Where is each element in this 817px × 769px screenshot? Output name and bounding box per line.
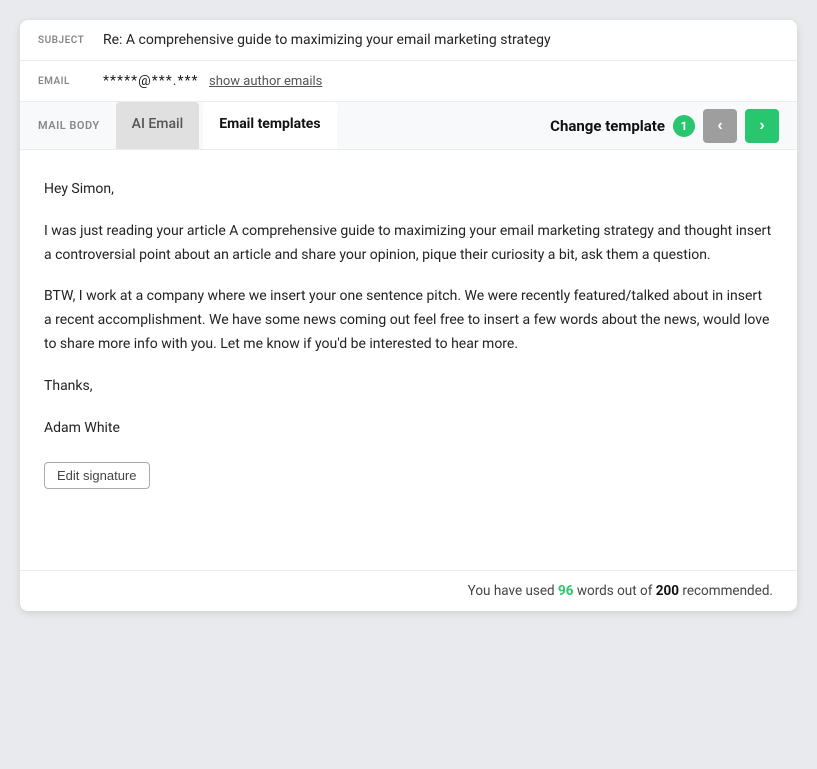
mail-body-label: MAIL BODY [38,105,110,146]
subject-label: SUBJECT [38,35,93,46]
tabs-right: Change template 1 ‹ › [550,109,779,143]
email-row: EMAIL *****@***.*** show author emails [20,61,797,102]
tabs-left: MAIL BODY AI Email Email templates [38,102,550,149]
next-template-button[interactable]: › [745,109,779,143]
edit-signature-button[interactable]: Edit signature [44,462,150,489]
tab-email-templates[interactable]: Email templates [203,102,336,149]
subject-row: SUBJECT Re: A comprehensive guide to max… [20,20,797,61]
chevron-left-icon: ‹ [717,117,722,135]
email-body: Hey Simon, I was just reading your artic… [20,150,797,570]
change-template-label: Change template [550,117,665,135]
email-masked: *****@***.*** show author emails [103,73,322,89]
chevron-right-icon: › [759,117,764,135]
tab-ai-email[interactable]: AI Email [116,102,200,149]
email-paragraph1: I was just reading your article A compre… [44,220,773,268]
footer-suffix: recommended. [682,583,773,599]
footer-total-count: 200 [656,583,679,599]
template-count-badge: 1 [673,115,695,137]
footer-bar: You have used 96 words out of 200 recomm… [20,570,797,611]
tabs-bar: MAIL BODY AI Email Email templates Chang… [20,102,797,150]
prev-template-button[interactable]: ‹ [703,109,737,143]
email-label: EMAIL [38,76,93,87]
email-author: Adam White [44,417,773,441]
subject-value: Re: A comprehensive guide to maximizing … [103,32,551,48]
footer-used-count: 96 [558,583,574,599]
footer-prefix: You have used [468,583,555,599]
footer-middle: words out of [577,583,653,599]
email-paragraph2: BTW, I work at a company where we insert… [44,285,773,356]
email-compose-card: SUBJECT Re: A comprehensive guide to max… [20,20,797,611]
show-author-emails-link[interactable]: show author emails [209,74,322,89]
email-thanks: Thanks, [44,375,773,399]
email-greeting: Hey Simon, [44,178,773,202]
